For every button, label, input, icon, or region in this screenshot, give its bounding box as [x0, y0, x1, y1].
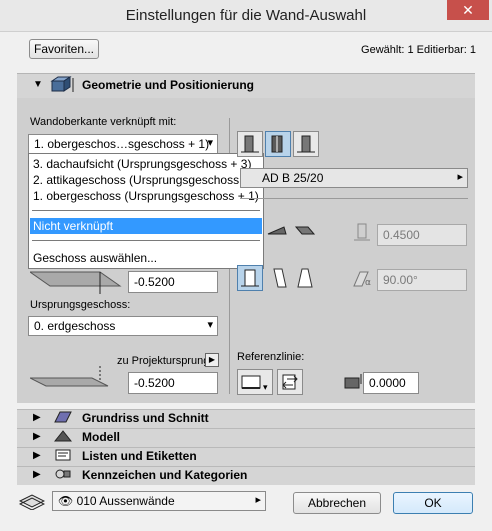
- home-story-select[interactable]: 0. erdgeschoss ▾: [28, 316, 218, 336]
- dropdown-item-selected[interactable]: Nicht verknüpft: [30, 218, 262, 234]
- model-icon: [54, 429, 72, 443]
- window-title: Einstellungen für die Wand-Auswahl: [125, 7, 367, 24]
- wall-inside-icon[interactable]: [293, 131, 319, 157]
- composite-value: AD B 25/20: [262, 171, 324, 185]
- thickness-field[interactable]: 0.4500: [377, 224, 467, 246]
- section-divider: [240, 198, 468, 199]
- home-story-label: Ursprungsgeschoss:: [30, 299, 131, 311]
- reference-offset-icon: [343, 372, 365, 390]
- list-icon: [54, 448, 72, 462]
- svg-text:α: α: [365, 278, 371, 288]
- angle-icon: α: [350, 270, 376, 288]
- top-link-value: 1. obergeschos…sgeschoss + 1): [34, 137, 210, 151]
- cancel-button[interactable]: Abbrechen: [293, 492, 381, 514]
- eye-icon: 👁: [58, 494, 74, 508]
- top-link-select[interactable]: 1. obergeschos…sgeschoss + 1) ▾: [28, 134, 218, 154]
- section-modell-title: Modell: [82, 430, 120, 444]
- project-origin-field[interactable]: -0.5200: [128, 372, 218, 394]
- layer-icon: [19, 492, 45, 510]
- expand-triangle-icon[interactable]: ▼: [33, 79, 43, 90]
- collapsed-triangle-icon[interactable]: ▶: [33, 450, 41, 461]
- wall-outside-icon[interactable]: [237, 131, 263, 157]
- tag-icon: [54, 467, 72, 481]
- svg-text:▾: ▾: [263, 383, 268, 393]
- swap-direction-icon[interactable]: [277, 369, 303, 395]
- floor-plan-icon: [54, 410, 72, 424]
- dropdown-item[interactable]: 1. obergeschoss (Ursprungsgeschoss + 1): [33, 188, 259, 204]
- dropdown-separator: [32, 210, 260, 211]
- dropdown-item[interactable]: 3. dachaufsicht (Ursprungsgeschoss + 3): [33, 156, 259, 172]
- chevron-right-icon: ▸: [255, 494, 261, 506]
- reference-line-label: Referenzlinie:: [237, 351, 305, 363]
- top-link-label: Wandoberkante verknüpft mit:: [30, 116, 177, 128]
- dropdown-item-choose-story[interactable]: Geschoss auswählen...: [33, 250, 259, 266]
- chevron-down-icon: ▾: [207, 319, 213, 331]
- project-origin-label: zu Projektursprung: [117, 355, 210, 367]
- selection-info: Gewählt: 1 Editierbar: 1: [361, 44, 476, 56]
- chevron-down-icon: ▾: [207, 137, 213, 149]
- wall-shape-trapezoid-icon[interactable]: [294, 224, 316, 238]
- wall-shape-straight-icon[interactable]: [266, 224, 288, 238]
- collapsed-triangle-icon[interactable]: ▶: [33, 412, 41, 423]
- chevron-right-icon: ▸: [457, 171, 463, 183]
- ok-button[interactable]: OK: [393, 492, 473, 514]
- section-grundriss-title: Grundriss und Schnitt: [82, 411, 209, 425]
- play-arrow-icon[interactable]: ▶: [205, 353, 219, 367]
- wall-center-icon[interactable]: [265, 131, 291, 157]
- project-origin-icon: [30, 364, 110, 392]
- bottom-offset-field[interactable]: -0.5200: [128, 271, 218, 293]
- close-button[interactable]: ✕: [447, 0, 489, 20]
- section-listen-title: Listen und Etiketten: [82, 449, 197, 463]
- thickness-icon: [352, 222, 372, 244]
- dropdown-item[interactable]: 2. attikageschoss (Ursprungsgeschoss + 2…: [33, 172, 263, 188]
- wall-slanted-icon[interactable]: [268, 267, 290, 289]
- reference-offset-field[interactable]: 0.0000: [363, 372, 419, 394]
- collapsed-triangle-icon[interactable]: ▶: [33, 469, 41, 480]
- wall-height-icon: [30, 268, 122, 296]
- collapsed-triangle-icon[interactable]: ▶: [33, 431, 41, 442]
- layer-value: 010 Aussenwände: [76, 494, 175, 508]
- dropdown-separator: [32, 240, 260, 241]
- angle-field[interactable]: 90.00°: [377, 269, 467, 291]
- geometry-section-title: Geometrie und Positionierung: [82, 78, 255, 92]
- home-story-value: 0. erdgeschoss: [34, 319, 116, 333]
- reference-line-icon[interactable]: ▾: [237, 369, 273, 395]
- composite-select[interactable]: AD B 25/20 ▸: [240, 168, 468, 188]
- section-kennzeichen-title: Kennzeichen und Kategorien: [82, 468, 248, 482]
- favorites-button[interactable]: Favoriten...: [29, 39, 99, 59]
- story-dropdown-list: 3. dachaufsicht (Ursprungsgeschoss + 3) …: [28, 153, 264, 269]
- wall-geometry-icon: [50, 75, 76, 95]
- wall-double-slanted-icon[interactable]: [294, 267, 316, 289]
- wall-vertical-icon[interactable]: [237, 265, 263, 291]
- layer-select[interactable]: 👁 010 Aussenwände ▸: [52, 491, 266, 511]
